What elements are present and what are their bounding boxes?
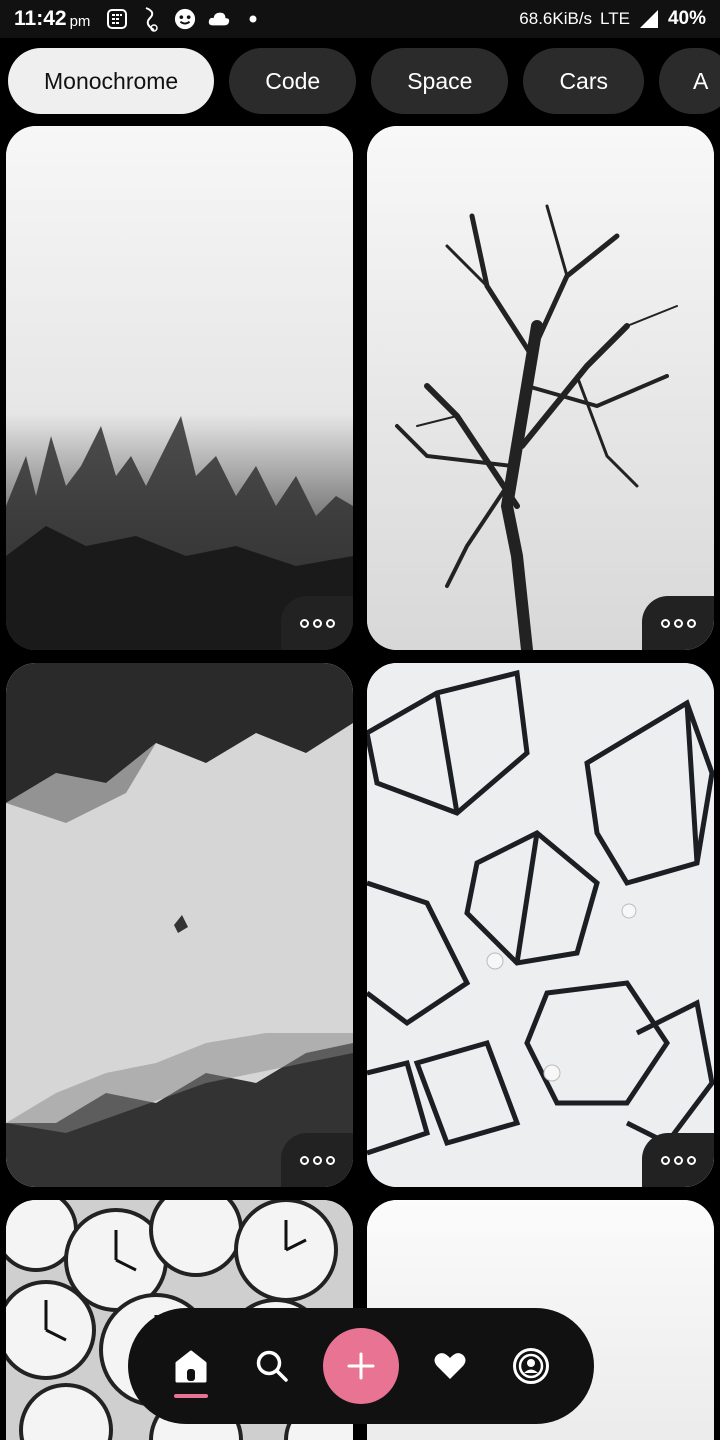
cloud-icon	[208, 8, 230, 30]
category-chips: Monochrome Code Space Cars A	[0, 48, 720, 116]
net-speed: 68.6KiB/s	[519, 9, 593, 28]
chip-next-category[interactable]: A	[659, 48, 720, 114]
calculator-notification-icon	[106, 8, 128, 30]
more-notifications-dot-icon	[242, 8, 264, 30]
more-options-button[interactable]	[642, 596, 714, 650]
network-type: LTE	[600, 9, 630, 28]
more-options-button[interactable]	[281, 1133, 353, 1187]
wallpaper-card-wire-cubes[interactable]	[367, 663, 714, 1187]
bottom-navigation	[128, 1308, 594, 1424]
signal-icon	[638, 8, 660, 30]
chip-space[interactable]: Space	[371, 48, 509, 114]
search-icon	[256, 1350, 288, 1382]
chip-code[interactable]: Code	[229, 48, 357, 114]
smiley-notification-icon	[174, 8, 196, 30]
bare-tree-image	[367, 126, 714, 650]
active-tab-indicator	[173, 1394, 208, 1398]
chip-cars[interactable]: Cars	[523, 48, 644, 114]
add-icon	[347, 1352, 375, 1380]
add-button[interactable]	[322, 1328, 399, 1404]
wallpaper-card-upside-down-fog-forest[interactable]	[6, 663, 353, 1187]
battery-level: 40%	[667, 8, 706, 29]
wallpaper-card-bare-tree[interactable]	[367, 126, 714, 650]
wire-cubes-image	[367, 663, 714, 1187]
nav-favorites[interactable]	[420, 1336, 480, 1396]
wallpaper-card-foggy-forest[interactable]	[6, 126, 353, 650]
nav-home[interactable]	[161, 1336, 221, 1398]
heart-icon	[434, 1353, 466, 1379]
status-ampm: pm	[69, 12, 91, 30]
more-options-button[interactable]	[642, 1133, 714, 1187]
app-notification-icon	[140, 7, 162, 32]
status-bar: 11:42 pm 68.6KiB/s LTE 40%	[0, 0, 720, 38]
profile-icon	[513, 1348, 550, 1384]
more-options-button[interactable]	[281, 596, 353, 650]
chip-monochrome[interactable]: Monochrome	[8, 48, 215, 114]
upside-down-forest-image	[6, 663, 353, 1187]
status-time: 11:42	[14, 7, 67, 30]
nav-profile[interactable]	[501, 1336, 561, 1396]
nav-search[interactable]	[242, 1336, 302, 1396]
foggy-forest-image	[6, 126, 353, 650]
home-icon	[175, 1350, 207, 1383]
